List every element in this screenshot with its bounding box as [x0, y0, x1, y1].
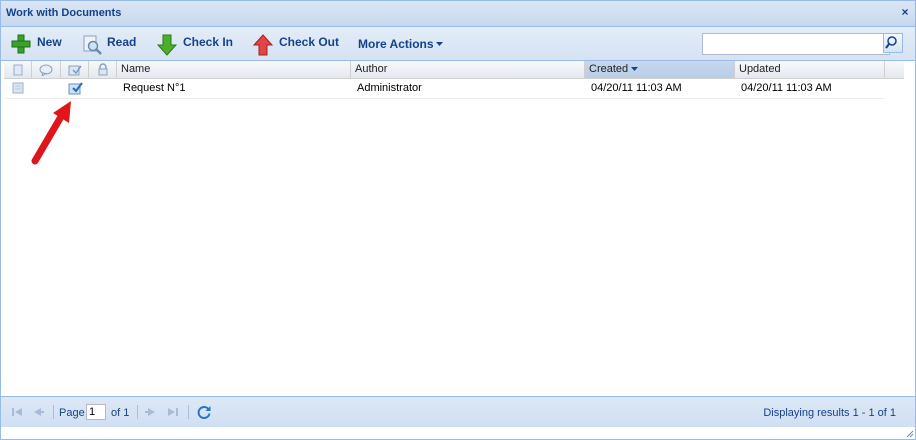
- row-updated: 04/20/11 11:03 AM: [741, 82, 832, 94]
- arrow-down-icon: [157, 34, 177, 56]
- checked-document-icon: [68, 82, 83, 95]
- sort-desc-icon: [631, 67, 638, 71]
- read-label: Read: [107, 35, 137, 49]
- col-created[interactable]: Created: [585, 61, 735, 78]
- col-created-label: Created: [589, 63, 629, 75]
- lock-icon: [98, 63, 107, 76]
- page-number-input[interactable]: [86, 404, 106, 420]
- col-author[interactable]: Author: [351, 61, 585, 78]
- grid-header: Name Author Created Updated: [4, 61, 904, 79]
- col-name-label: Name: [121, 63, 151, 75]
- col-comments[interactable]: [32, 61, 61, 78]
- speech-bubble-icon: [39, 64, 53, 76]
- table-row[interactable]: Request N°1 Administrator 04/20/11 11:03…: [4, 79, 885, 99]
- chevron-down-icon: [436, 42, 443, 46]
- row-name: Request N°1: [123, 82, 186, 94]
- col-locked[interactable]: [89, 61, 117, 78]
- check-out-label: Check Out: [279, 35, 340, 49]
- resize-grip-icon[interactable]: [906, 430, 914, 438]
- pager-separator: [188, 405, 189, 419]
- pager-separator: [137, 405, 138, 419]
- window-title: Work with Documents: [6, 7, 122, 19]
- read-button[interactable]: Read: [81, 32, 141, 56]
- new-label: New: [37, 35, 62, 49]
- col-type[interactable]: [4, 61, 32, 78]
- last-page-icon[interactable]: [166, 406, 180, 418]
- toolbar: New Read Check In Check Out More Actions: [1, 27, 915, 61]
- more-actions-label: More Actions: [358, 37, 434, 51]
- row-created: 04/20/11 11:03 AM: [591, 82, 682, 94]
- document-icon: [12, 82, 24, 94]
- search-icon: [885, 36, 897, 49]
- new-button[interactable]: New: [9, 32, 64, 56]
- first-page-icon[interactable]: [10, 406, 24, 418]
- col-updated[interactable]: Updated: [735, 61, 885, 78]
- check-out-button[interactable]: Check Out: [252, 32, 342, 56]
- results-status: Displaying results 1 - 1 of 1: [763, 407, 896, 419]
- col-author-label: Author: [355, 63, 388, 75]
- checked-document-icon: [68, 65, 82, 75]
- check-in-button[interactable]: Check In: [156, 32, 236, 56]
- document-icon: [13, 64, 22, 75]
- more-actions-button[interactable]: More Actions: [358, 32, 448, 56]
- plus-icon: [11, 34, 31, 54]
- col-updated-label: Updated: [739, 63, 781, 75]
- next-page-icon[interactable]: [144, 406, 158, 418]
- check-in-label: Check In: [183, 35, 234, 49]
- arrow-up-icon: [253, 34, 273, 56]
- page-label: Page: [59, 407, 85, 419]
- search-input[interactable]: [702, 33, 890, 55]
- document-window: Work with Documents × New Read Check In: [0, 0, 916, 440]
- search-button[interactable]: [883, 33, 903, 53]
- magnifier-document-icon: [83, 35, 102, 55]
- col-name[interactable]: Name: [117, 61, 351, 78]
- pager-bar: Page of 1 Displaying results 1 - 1 of 1: [1, 396, 915, 427]
- pager-separator: [53, 405, 54, 419]
- window-titlebar[interactable]: Work with Documents ×: [1, 1, 915, 27]
- prev-page-icon[interactable]: [31, 406, 45, 418]
- row-author: Administrator: [357, 82, 422, 94]
- col-checked[interactable]: [61, 61, 89, 78]
- refresh-icon[interactable]: [196, 404, 212, 420]
- annotation-arrow-icon: [31, 101, 71, 165]
- close-icon[interactable]: ×: [899, 6, 911, 18]
- page-total: of 1: [111, 407, 130, 419]
